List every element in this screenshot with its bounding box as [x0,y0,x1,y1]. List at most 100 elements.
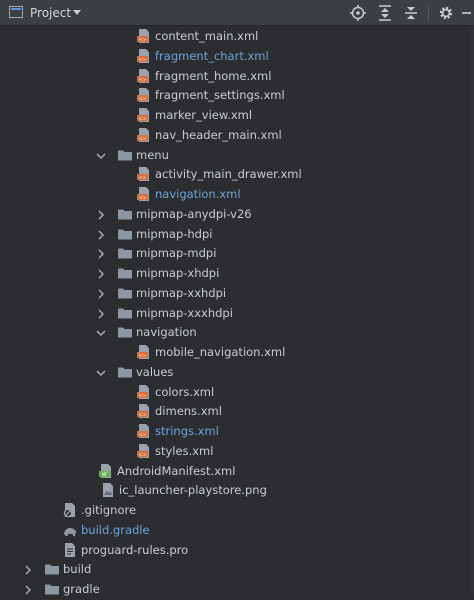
gradle-file-icon [62,522,78,538]
tree-file-mobile-navigation-xml[interactable]: <> mobile_navigation.xml [0,342,474,362]
minimize-icon[interactable] [458,4,474,22]
tree-item-label: mipmap-mdpi [136,246,217,261]
tree-item-label: mipmap-xhdpi [136,266,220,280]
xml-file-icon: <> [136,107,152,123]
tree-item-label: dimens.xml [155,404,222,419]
svg-text:<>: <> [139,353,147,359]
collapse-all-icon[interactable] [402,4,420,22]
dropdown-arrow-icon[interactable] [72,6,82,18]
svg-text:<>: <> [139,136,147,142]
gitignore-file-icon [62,502,78,518]
toolbar-separator [428,5,429,21]
folder-icon [117,305,133,321]
tree-file-nav-header-main-xml[interactable]: <> nav_header_main.xml [0,125,474,145]
tree-item-label: fragment_settings.xml [155,88,285,103]
tree-item-label: navigation [136,325,197,340]
xml-file-icon: <> [136,423,152,439]
xml-file-icon: <> [136,48,152,64]
xml-file-icon: <> [136,443,152,459]
tree-item-label: activity_main_drawer.xml [155,167,302,182]
tree-folder-mipmap-xxhdpi[interactable]: mipmap-xxhdpi [0,283,474,303]
tree-folder-mipmap-anydpi-v26[interactable]: mipmap-anydpi-v26 [0,204,474,224]
tree-folder-menu[interactable]: menu [0,145,474,165]
tree-item-label: .gitignore [81,503,137,517]
tree-file-build-gradle[interactable]: build.gradle [0,520,474,540]
svg-text:<>: <> [139,432,147,438]
chevron-right-icon[interactable] [96,209,106,220]
tree-item-label: content_main.xml [155,29,259,43]
folder-icon [117,147,133,163]
tree-file-colors-xml[interactable]: <> colors.xml [0,382,474,402]
manifest-file-icon: MF [98,463,114,479]
tree-file-fragment-settings-xml[interactable]: <> fragment_settings.xml [0,85,474,105]
tree-file-ic-launcher-playstore-png[interactable]: ic_launcher-playstore.png [0,480,474,500]
tree-item-label: ic_launcher-playstore.png [119,483,267,498]
tree-file-dimens-xml[interactable]: <> dimens.xml [0,401,474,421]
tree-folder-build[interactable]: build [0,559,474,579]
tree-file-strings-xml[interactable]: <> strings.xml [0,421,474,441]
xml-file-icon: <> [136,127,152,143]
xml-file-icon: <> [136,186,152,202]
tree-item-label: strings.xml [155,424,219,438]
tool-window-title[interactable]: Project [30,6,71,20]
folder-icon [117,364,133,380]
tree-file-fragment-home-xml[interactable]: <> fragment_home.xml [0,66,474,86]
svg-text:<>: <> [139,412,147,418]
svg-text:<>: <> [139,77,147,83]
tree-file-proguard-rules-pro[interactable]: proguard-rules.pro [0,540,474,560]
svg-text:<>: <> [139,37,147,43]
project-tool-window-header: Project [0,0,474,26]
tree-folder-navigation[interactable]: navigation [0,322,474,342]
tree-file-marker-view-xml[interactable]: <> marker_view.xml [0,105,474,125]
chevron-right-icon[interactable] [96,229,106,240]
chevron-right-icon[interactable] [96,248,106,259]
chevron-down-icon[interactable] [96,367,106,377]
chevron-right-icon[interactable] [96,308,106,319]
tree-item-label: mipmap-xxxhdpi [136,305,233,320]
tree-item-label: nav_header_main.xml [155,127,282,142]
xml-file-icon: <> [136,87,152,103]
vertical-scrollbar[interactable] [470,26,474,594]
tree-item-label: mipmap-anydpi-v26 [136,206,252,221]
tree-folder-values[interactable]: values [0,362,474,382]
xml-file-icon: <> [136,166,152,182]
chevron-right-icon[interactable] [23,564,33,575]
chevron-right-icon[interactable] [96,268,106,279]
xml-file-icon: <> [136,28,152,44]
chevron-right-icon[interactable] [23,584,33,595]
tree-file-content-main-xml[interactable]: <> content_main.xml [0,26,474,46]
tree-folder-mipmap-xhdpi[interactable]: mipmap-xhdpi [0,263,474,283]
tree-file-activity-main-drawer-xml[interactable]: <> activity_main_drawer.xml [0,164,474,184]
svg-text:<>: <> [139,96,147,102]
tree-item-label: mobile_navigation.xml [155,345,286,359]
locate-icon[interactable] [349,4,367,22]
tree-folder-mipmap-mdpi[interactable]: mipmap-mdpi [0,243,474,263]
svg-text:MF: MF [102,471,108,476]
image-file-icon [100,482,116,498]
tree-item-label: styles.xml [155,443,214,458]
tree-item-label: mipmap-hdpi [136,226,213,241]
folder-icon [117,245,133,261]
tree-file-navigation-xml[interactable]: <> navigation.xml [0,184,474,204]
tree-folder-gradle[interactable]: gradle [0,579,474,599]
tree-file-fragment-chart-xml[interactable]: <> fragment_chart.xml [0,46,474,66]
xml-file-icon: <> [136,68,152,84]
chevron-right-icon[interactable] [96,288,106,299]
expand-all-icon[interactable] [376,4,394,22]
tree-folder-mipmap-xxxhdpi[interactable]: mipmap-xxxhdpi [0,303,474,323]
tree-file-gitignore[interactable]: .gitignore [0,500,474,520]
svg-text:<>: <> [139,175,147,181]
tree-file-androidmanifest-xml[interactable]: MF AndroidManifest.xml [0,461,474,481]
tree-item-label: proguard-rules.pro [81,542,189,557]
chevron-down-icon[interactable] [96,327,106,337]
tree-folder-mipmap-hdpi[interactable]: mipmap-hdpi [0,224,474,244]
chevron-down-icon[interactable] [96,150,106,160]
tree-item-label: mipmap-xxhdpi [136,285,227,300]
project-view-icon[interactable] [9,6,23,18]
tree-file-styles-xml[interactable]: <> styles.xml [0,441,474,461]
gear-icon[interactable] [437,4,455,22]
xml-file-icon: <> [136,384,152,400]
tree-item-label: build [63,562,92,577]
folder-icon [117,206,133,222]
project-tree: <> content_main.xml <> fragment_chart.xml <>… [0,26,474,596]
